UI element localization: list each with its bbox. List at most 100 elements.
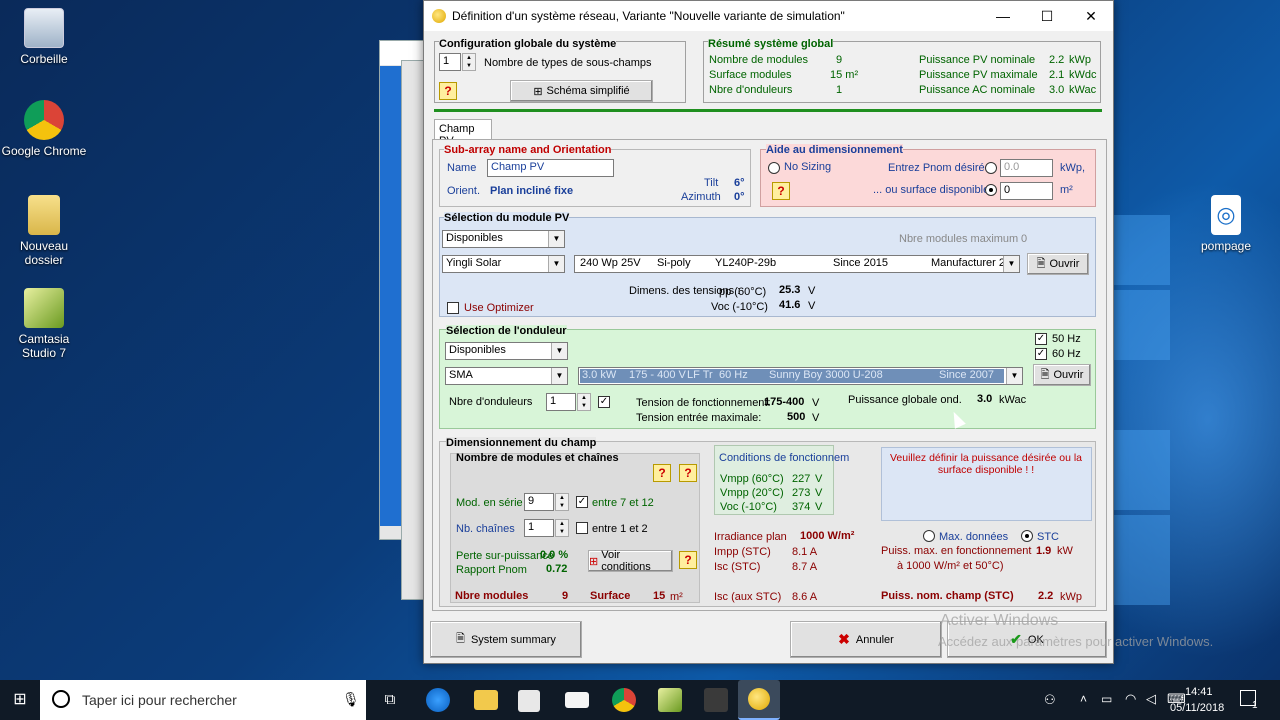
array-help-button-2[interactable]: ? — [679, 464, 697, 482]
series-label: Mod. en série — [456, 497, 523, 509]
summary-title: Résumé système global — [708, 38, 834, 50]
task-view-icon[interactable]: ⧉ — [374, 684, 406, 716]
module-filter-select[interactable]: Disponibles ▼ — [442, 230, 565, 248]
wifi-icon[interactable]: ◠ — [1125, 691, 1136, 707]
hz60-checkbox[interactable]: ✓ — [1035, 348, 1047, 360]
desktop-icon-recycle-bin[interactable]: Corbeille — [0, 8, 88, 66]
strings-spinner[interactable]: ▲ ▼ — [555, 519, 569, 537]
volume-icon[interactable]: ◁ — [1146, 691, 1156, 707]
edge-icon[interactable] — [426, 688, 450, 712]
desktop-icon-label: Camtasia Studio 7 — [18, 332, 70, 360]
global-power-value: 3.0 — [977, 393, 993, 405]
inverter-manufacturer-select[interactable]: SMA ▼ — [445, 367, 568, 385]
config-help-button[interactable]: ? — [439, 82, 457, 100]
report-icon: 🗎 — [456, 633, 465, 645]
summary-label: Nombre de modules — [709, 54, 809, 66]
file-icon: ◎ — [1211, 195, 1241, 235]
warning-text: Veuillez définir la puissance désirée ou… — [889, 452, 1083, 476]
file-explorer-icon[interactable] — [474, 690, 498, 710]
recorder-icon[interactable] — [704, 688, 728, 712]
pvsyst-taskbar-icon[interactable] — [738, 680, 780, 720]
module-model-select[interactable]: 240 Wp 25V Si-poly YL240P-29b Since 2015… — [574, 255, 1020, 273]
surface-input[interactable]: 0 — [1000, 182, 1053, 200]
strings-checkbox[interactable] — [576, 522, 588, 534]
strings-input[interactable]: 1 — [524, 519, 554, 537]
module-open-label: Ouvrir — [1049, 258, 1080, 270]
subfield-count-input[interactable]: 1 — [439, 53, 461, 71]
inverter-open-button[interactable]: 🗎 Ouvrir — [1033, 364, 1091, 386]
summary-label: Nbre d'onduleurs — [709, 84, 793, 96]
cond-label: Vmpp (60°C) — [720, 473, 784, 485]
maximize-button[interactable]: ☐ — [1025, 1, 1069, 31]
stc-radio[interactable] — [1021, 530, 1033, 542]
inverter-count-checkbox[interactable]: ✓ — [598, 396, 610, 408]
nom-power-value: 2.2 — [1038, 590, 1054, 602]
close-button[interactable]: ✕ — [1069, 1, 1113, 31]
summary-unit: kWdc — [1069, 69, 1097, 81]
battery-icon[interactable]: ▭ — [1101, 692, 1112, 706]
store-icon[interactable] — [518, 690, 540, 712]
use-optimizer-checkbox[interactable] — [447, 302, 459, 314]
array-help-button[interactable]: ? — [653, 464, 671, 482]
microphone-icon[interactable]: 🎙 — [342, 691, 360, 708]
people-icon[interactable]: ⚇ — [1044, 692, 1056, 708]
inverter-filter-select[interactable]: Disponibles ▼ — [445, 342, 568, 360]
clock-time[interactable]: 14:41 — [1185, 686, 1213, 698]
no-sizing-radio[interactable] — [768, 162, 780, 174]
module-manufacturer-select[interactable]: Yingli Solar ▼ — [442, 255, 565, 273]
conditions-help-button[interactable]: ? — [679, 551, 697, 569]
nb-modules-value: 9 — [562, 590, 569, 602]
loss-value: 0.0 % — [540, 549, 569, 561]
surface-radio[interactable] — [985, 184, 997, 196]
module-ref: YL240P-29b — [715, 257, 777, 269]
windows-logo-pane — [1110, 515, 1170, 605]
cond-value: 273 — [792, 487, 811, 499]
surface-unit: m² — [1060, 184, 1073, 196]
pnom-radio[interactable] — [985, 162, 997, 174]
nom-power-label: Puiss. nom. champ (STC) — [881, 590, 1014, 602]
subfield-count-spinner[interactable]: ▲ ▼ — [462, 53, 476, 71]
desktop-icon-camtasia[interactable]: Camtasia Studio 7 — [0, 288, 88, 360]
hz50-checkbox[interactable]: ✓ — [1035, 333, 1047, 345]
system-summary-button[interactable]: 🗎 System summary — [430, 621, 582, 658]
module-open-button[interactable]: 🗎 Ouvrir — [1027, 253, 1089, 275]
tab-champ-pv[interactable]: Champ PV — [434, 119, 492, 147]
clock-date[interactable]: 05/11/2018 — [1170, 702, 1224, 714]
max-data-radio[interactable] — [923, 530, 935, 542]
series-input[interactable]: 9 — [524, 493, 554, 511]
array-sizing-title: Dimensionnement du champ — [446, 437, 597, 449]
desktop-icon-folder[interactable]: Nouveau dossier — [0, 195, 88, 267]
search-placeholder: Taper ici pour rechercher — [82, 692, 237, 708]
cond-label: Voc (-10°C) — [720, 501, 777, 513]
voc-unit: V — [808, 300, 816, 312]
subarray-name-input[interactable]: Champ PV — [487, 159, 614, 177]
cancel-button[interactable]: ✖ Annuler — [790, 621, 942, 658]
camtasia-icon[interactable] — [658, 688, 682, 712]
azimuth-value: 0° — [734, 191, 745, 203]
chevron-up-icon[interactable]: ˄ — [1080, 692, 1087, 706]
schema-button[interactable]: ⊞ Schéma simplifié — [510, 80, 653, 102]
desktop-icon-chrome[interactable]: Google Chrome — [0, 100, 88, 158]
desktop-icon-pompage[interactable]: ◎ pompage — [1182, 195, 1270, 253]
view-conditions-button[interactable]: ⊞ Voir conditions — [588, 549, 673, 573]
mail-icon[interactable] — [565, 692, 589, 708]
max-modules-label: Nbre modules maximum — [899, 233, 1019, 245]
global-power-unit: kWac — [999, 394, 1027, 406]
orient-value[interactable]: Plan incliné fixe — [490, 185, 573, 197]
cond-value: 374 — [792, 501, 811, 513]
activation-watermark-title: Activer Windows — [940, 612, 1059, 629]
inverter-power: 3.0 kW — [582, 369, 617, 381]
series-checkbox[interactable]: ✓ — [576, 496, 588, 508]
minimize-button[interactable]: — — [981, 1, 1025, 31]
taskbar-search[interactable]: Taper ici pour rechercher 🎙 — [40, 680, 366, 720]
sizing-help-button[interactable]: ? — [772, 182, 790, 200]
pnom-input[interactable]: 0.0 — [1000, 159, 1053, 177]
start-button[interactable]: ⊞ — [0, 680, 40, 720]
inverter-count-input[interactable]: 1 — [546, 393, 576, 411]
series-spinner[interactable]: ▲ ▼ — [555, 493, 569, 511]
inverter-model-select[interactable]: 3.0 kW 175 - 400 V LF Tr 60 Hz Sunny Boy… — [578, 367, 1023, 385]
inverter-count-spinner[interactable]: ▲ ▼ — [577, 393, 591, 411]
chrome-icon[interactable] — [612, 688, 636, 712]
separator — [434, 109, 1102, 112]
max-power-label: Puiss. max. en fonctionnement — [881, 545, 1032, 557]
